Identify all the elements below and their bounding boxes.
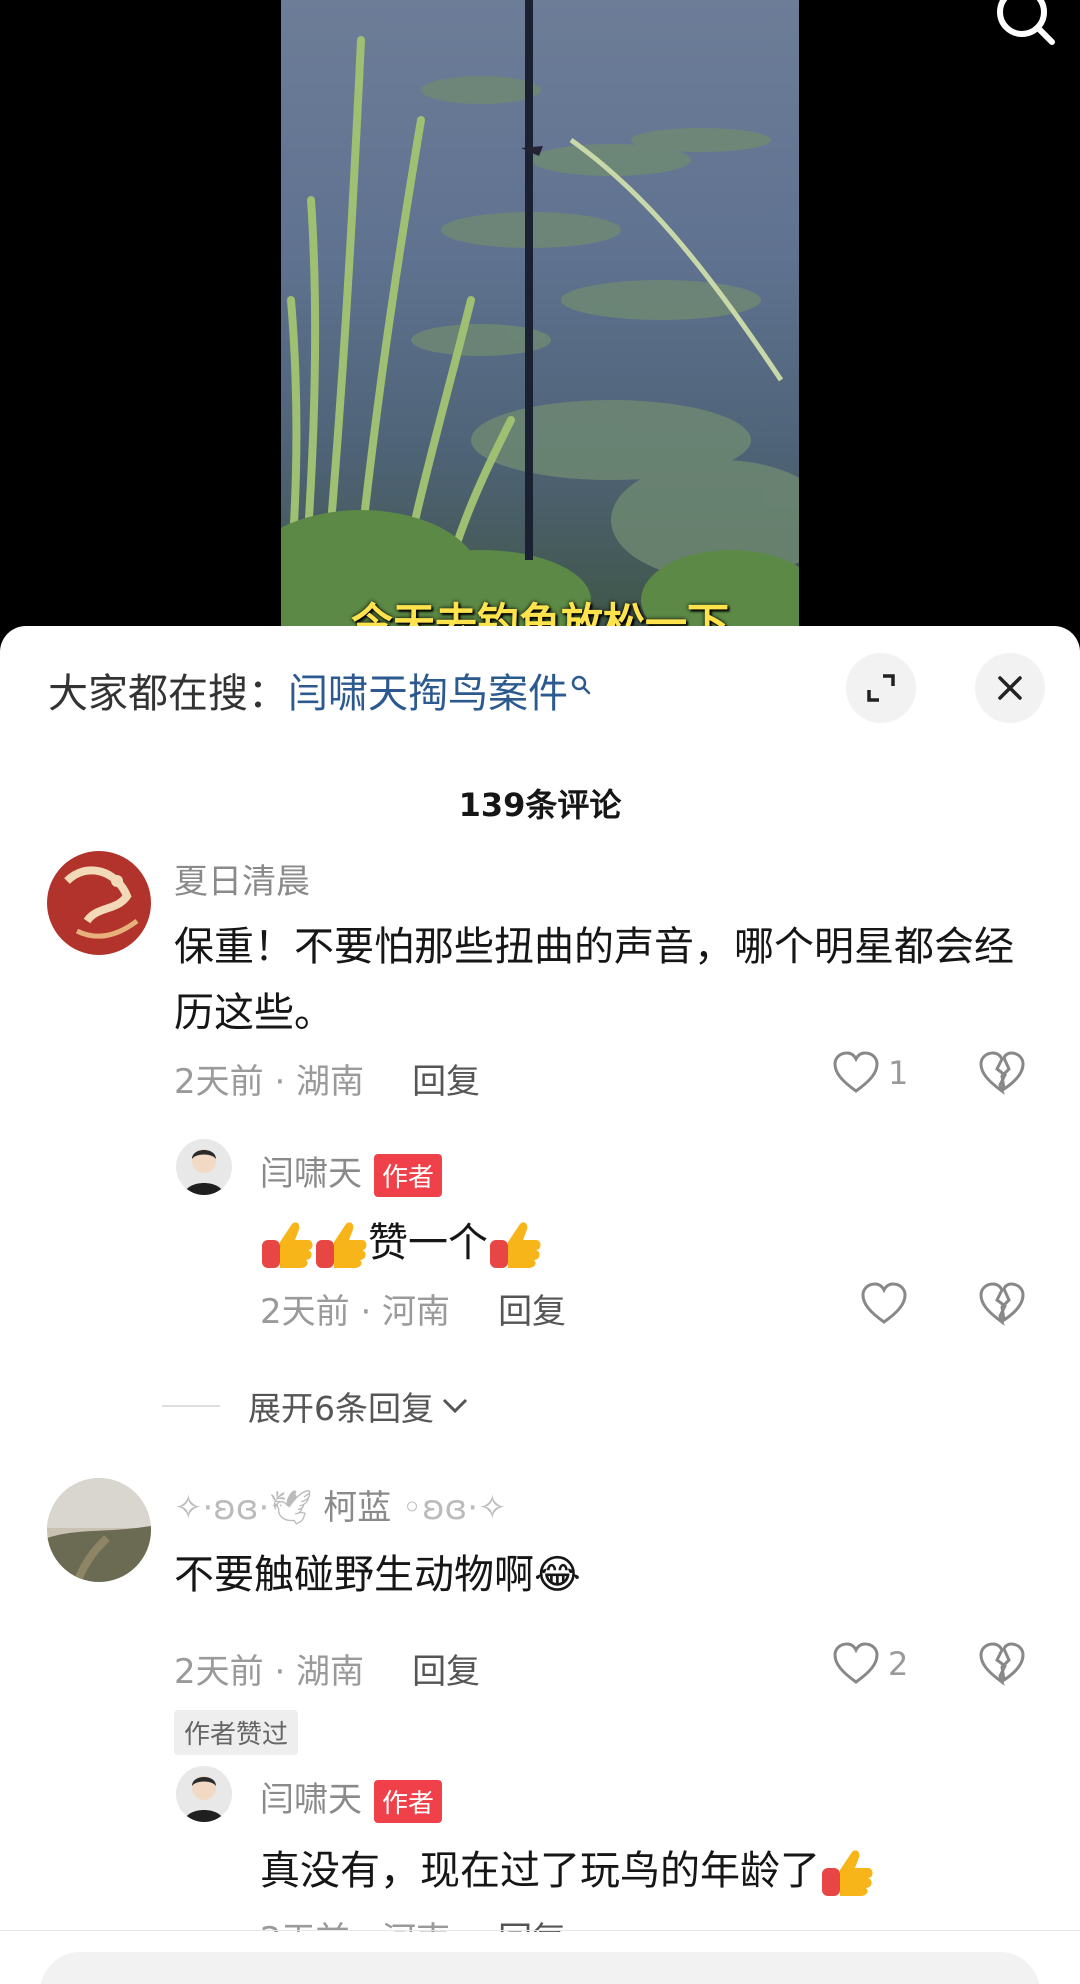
trending-search-term[interactable]: 闫啸天掏鸟案件 bbox=[288, 661, 568, 719]
author-badge: 作者 bbox=[374, 1780, 443, 1823]
comment-username[interactable]: ✧·ʚɞ·🕊 柯蓝 ◦ʚɞ·✧ bbox=[174, 1480, 507, 1529]
like-count: 1 bbox=[888, 1054, 909, 1092]
comment-input[interactable] bbox=[40, 1952, 1040, 1984]
heart-icon bbox=[833, 1051, 879, 1093]
video-player[interactable]: 今天去钓鱼放松一下 bbox=[0, 0, 1080, 640]
reply-username: 闫啸天 作者 bbox=[260, 1146, 443, 1197]
heart-icon bbox=[861, 1282, 907, 1324]
username-decoration: ◦ʚɞ·✧ bbox=[391, 1488, 507, 1528]
chevron-down-icon bbox=[442, 1398, 468, 1414]
like-button[interactable]: 2 bbox=[832, 1642, 908, 1686]
reply-meta: 2天前 · 河南 回复 bbox=[260, 1284, 566, 1333]
reply-text-content: 赞一个 bbox=[368, 1220, 488, 1266]
like-button[interactable]: 1 bbox=[832, 1051, 908, 1095]
broken-heart-icon bbox=[979, 1282, 1025, 1326]
author-liked-badge: 作者赞过 bbox=[174, 1710, 299, 1755]
close-button[interactable] bbox=[975, 653, 1045, 723]
comment-time-location: 2天前 · 湖南 bbox=[174, 1062, 365, 1102]
thumbs-up-icon bbox=[488, 1220, 542, 1270]
expand-button[interactable] bbox=[846, 653, 916, 723]
heart-icon bbox=[833, 1642, 879, 1684]
dislike-button[interactable] bbox=[978, 1282, 1026, 1330]
reply-button[interactable]: 回复 bbox=[498, 1912, 566, 1932]
comment-time-location: 2天前 · 湖南 bbox=[174, 1652, 365, 1692]
expand-replies-button[interactable]: 展开6条回复 bbox=[162, 1382, 470, 1430]
reply-time-location: 2天前 · 河南 bbox=[260, 1912, 450, 1932]
reply-text-content: 真没有，现在过了玩鸟的年龄了 bbox=[260, 1848, 820, 1894]
expand-replies-label: 展开6条回复 bbox=[248, 1389, 434, 1428]
avatar[interactable] bbox=[47, 851, 151, 955]
comment-text: 保重！不要怕那些扭曲的声音，哪个明星都会经历这些。 bbox=[174, 924, 1014, 1036]
expand-icon bbox=[867, 674, 895, 702]
like-count: 2 bbox=[888, 1645, 909, 1683]
username-decoration: ✧·ʚɞ·🕊 bbox=[174, 1488, 324, 1528]
reply-username-text[interactable]: 闫啸天 bbox=[260, 1154, 362, 1194]
comment-username-text: 柯蓝 bbox=[323, 1488, 392, 1528]
video-scene bbox=[281, 0, 799, 640]
reply-username: 闫啸天 作者 bbox=[260, 1772, 443, 1823]
comment-meta: 2天前 · 湖南 回复 bbox=[174, 1644, 480, 1693]
close-icon bbox=[998, 676, 1022, 700]
thumbs-up-icon bbox=[314, 1220, 368, 1270]
broken-heart-icon bbox=[979, 1642, 1025, 1686]
comment-count: 139条评论 bbox=[458, 786, 622, 824]
broken-heart-icon bbox=[979, 1051, 1025, 1095]
search-icon bbox=[570, 660, 592, 706]
avatar[interactable] bbox=[47, 1478, 151, 1582]
comment-sheet: 大家都在搜： 闫啸天掏鸟案件 139条评论 夏日清晨 保重！不要怕那些扭曲的声音… bbox=[0, 626, 1080, 1984]
dislike-button[interactable] bbox=[978, 1642, 1026, 1690]
trending-search[interactable]: 大家都在搜： 闫啸天掏鸟案件 bbox=[48, 662, 592, 718]
comment-username[interactable]: 夏日清晨 bbox=[174, 854, 310, 903]
video-frame[interactable]: 今天去钓鱼放松一下 bbox=[281, 0, 799, 640]
dislike-button[interactable] bbox=[978, 1051, 1026, 1099]
reply-time-location: 2天前 · 河南 bbox=[260, 1292, 451, 1332]
search-icon[interactable] bbox=[988, 0, 1058, 50]
reply-text: 真没有，现在过了玩鸟的年龄了 bbox=[260, 1838, 874, 1904]
thumbs-up-icon bbox=[260, 1220, 314, 1270]
thumbs-up-icon bbox=[820, 1848, 874, 1898]
reply-username-text[interactable]: 闫啸天 bbox=[260, 1780, 362, 1820]
comment-meta: 2天前 · 湖南 回复 bbox=[174, 1054, 480, 1103]
comment-text: 不要触碰野生动物啊😂 bbox=[174, 1552, 581, 1598]
divider bbox=[0, 1930, 1080, 1931]
avatar[interactable] bbox=[176, 1766, 232, 1822]
avatar[interactable] bbox=[176, 1139, 232, 1195]
reply-text: 赞一个 bbox=[260, 1210, 542, 1276]
trending-search-prefix: 大家都在搜： bbox=[48, 671, 288, 717]
author-badge: 作者 bbox=[374, 1154, 443, 1197]
divider-line bbox=[162, 1405, 220, 1407]
reply-button[interactable]: 回复 bbox=[412, 1054, 480, 1103]
reply-button[interactable]: 回复 bbox=[412, 1644, 480, 1693]
reply-meta: 2天前 · 河南 回复 bbox=[260, 1912, 566, 1932]
reply-button[interactable]: 回复 bbox=[498, 1284, 566, 1333]
like-button[interactable] bbox=[860, 1282, 908, 1326]
